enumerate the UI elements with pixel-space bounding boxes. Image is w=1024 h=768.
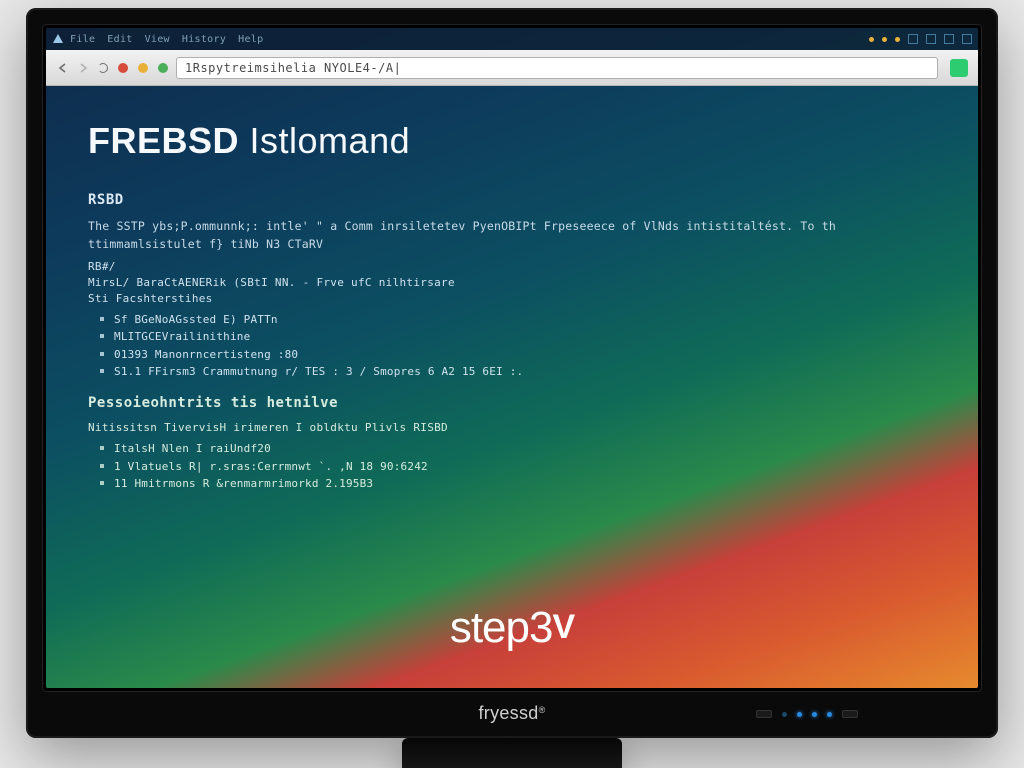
menu-item[interactable]: Edit [107,34,132,45]
screen: File Edit View History Help [46,28,978,688]
favicon-yellow-icon [136,61,150,75]
power-led-icon [827,712,832,717]
list-item: 01393 Manonrncertisteng :80 [100,346,936,364]
power-led-icon [812,712,817,717]
footer-brand-step: step [450,603,529,652]
tray-indicator-icon [882,37,887,42]
menu-item[interactable]: View [145,34,170,45]
monitor-frame: File Edit View History Help [26,8,998,738]
back-icon[interactable] [56,61,70,75]
address-text: 1Rspytreimsihelia NYOLE4-/A| [185,58,401,78]
footer-brand: step3V [450,603,574,653]
footer-banner: step3V [46,568,978,688]
menubar: File Edit View History Help [46,28,978,50]
monitor-button[interactable] [842,710,858,718]
footer-brand-v: V [552,608,574,646]
monitor-stand [402,738,622,768]
bullet-list: Sf BGeNoAGssted E) PATTn MLITGCEVrailini… [100,311,936,381]
favicon-green-icon [156,61,170,75]
menu-item[interactable]: File [70,34,95,45]
monitor-inner: File Edit View History Help [42,24,982,692]
power-led-icon [797,712,802,717]
list-item: MLITGCEVrailinithine [100,328,936,346]
favicon-red-icon [116,61,130,75]
list-item: 1 Vlatuels R| r.sras:Cerrmnwt `. ,N 18 9… [100,458,936,476]
title-bold: FREBSD [88,120,239,161]
os-logo-icon [52,33,64,45]
section-rsbd: RSBD The SSTP ybs;P.ommunnk;: intle' " a… [88,192,936,381]
menu-item[interactable]: Help [238,34,263,45]
code-line: Sti Facshterstihes [88,292,936,305]
browser-toolbar: 1Rspytreimsihelia NYOLE4-/A| [46,50,978,86]
tray-app-icon[interactable] [908,34,918,44]
monitor-brand-text: fryessd [478,703,538,723]
menu-item[interactable]: History [182,34,226,45]
reload-icon[interactable] [96,61,110,75]
list-item: S1.1 FFirsm3 Crammutnung r/ TES : 3 / Sm… [100,363,936,381]
address-bar[interactable]: 1Rspytreimsihelia NYOLE4-/A| [176,57,938,79]
page-content: FREBSD Istlomand RSBD The SSTP ybs;P.omm… [46,86,978,688]
list-item: 11 Hmitrmons R &renmarmrimorkd 2.195B3 [100,475,936,493]
go-button[interactable] [950,59,968,77]
forward-icon[interactable] [76,61,90,75]
monitor-button[interactable] [756,710,772,718]
paragraph-text: The SSTP ybs;P.ommunnk;: intle' " a Comm… [88,218,908,254]
tray-app-icon[interactable] [944,34,954,44]
system-tray [869,34,972,44]
section-heading: RSBD [88,192,936,208]
section-heading: Pessoieohntrits tis hetnilve [88,395,936,411]
tray-indicator-icon [895,37,900,42]
list-item: Sf BGeNoAGssted E) PATTn [100,311,936,329]
bullet-list: ItalsH Nlen I raiUndf20 1 Vlatuels R| r.… [100,440,936,493]
footer-brand-three: 3 [529,603,552,652]
tray-indicator-icon [869,37,874,42]
section-secondary: Pessoieohntrits tis hetnilve Nitissitsn … [88,395,936,493]
monitor-controls [756,710,858,718]
page-title: FREBSD Istlomand [88,120,936,162]
tray-app-icon[interactable] [962,34,972,44]
title-rest: Istlomand [250,120,411,161]
list-item: ItalsH Nlen I raiUndf20 [100,440,936,458]
code-line: Nitissitsn TivervisH irimeren I obldktu … [88,421,936,434]
tray-app-icon[interactable] [926,34,936,44]
power-led-icon [782,712,787,717]
code-line: RB#/ [88,260,936,273]
code-line: MirsL/ BaraCtAENERik (SBtI NN. - Frve uf… [88,276,936,289]
